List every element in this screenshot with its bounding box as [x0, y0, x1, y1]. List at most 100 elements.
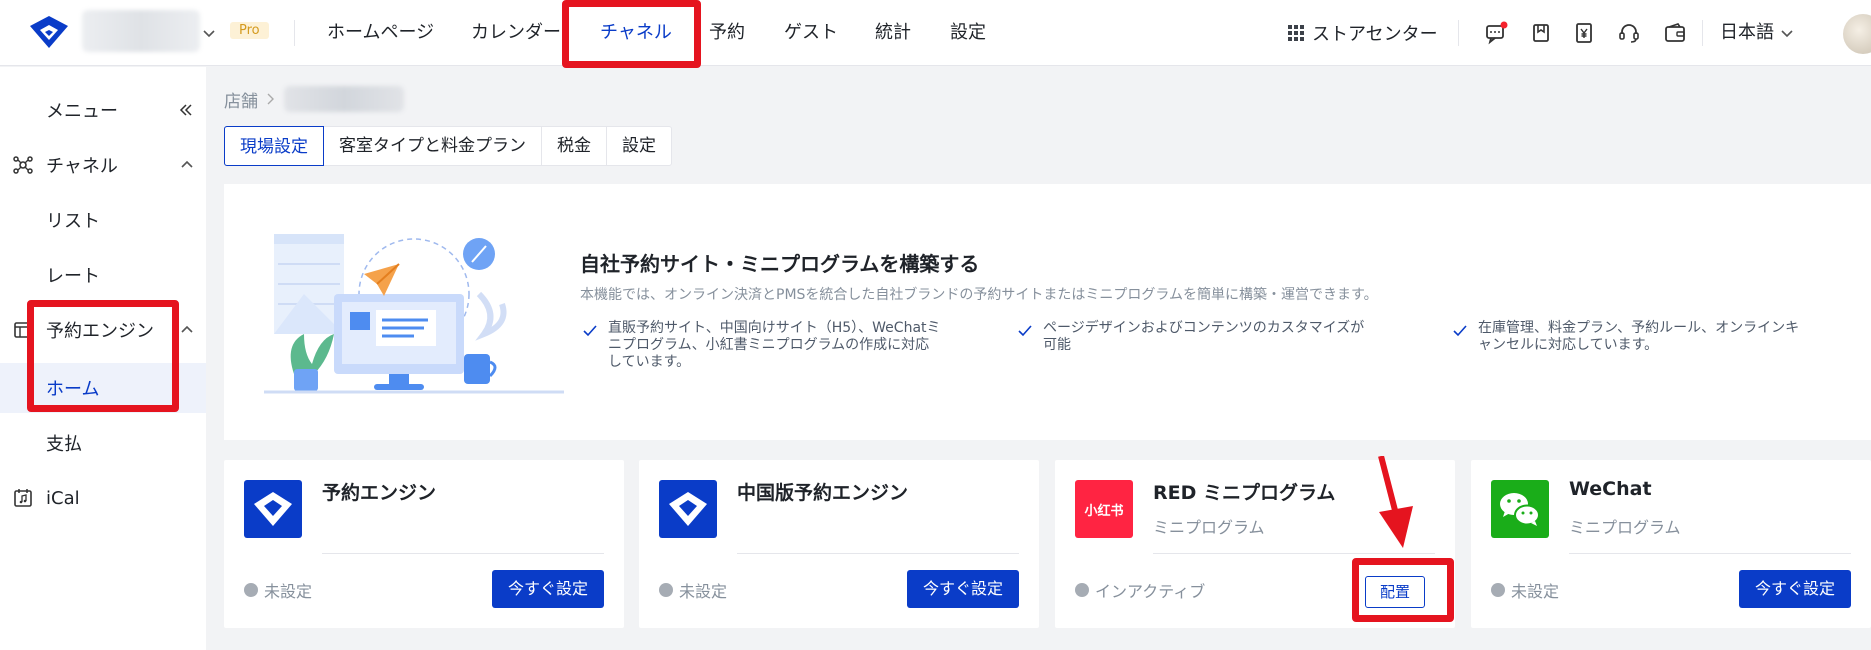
sidebar-group-label: 予約エンジン	[46, 321, 154, 342]
sidebar-group-channel[interactable]: チャネル	[0, 140, 206, 190]
nav-guest[interactable]: ゲスト	[784, 0, 838, 66]
nav-homepage[interactable]: ホームページ	[327, 0, 434, 66]
status-text: 未設定	[679, 582, 728, 601]
sidebar: メニュー チャネル リスト レート 予約エンジン ホーム 支払 iCal	[0, 67, 206, 650]
feature-text-line: ニプログラム、小紅書ミニプログラムの作成に対応	[608, 337, 930, 353]
feature-text-line: 直販予約サイト、中国向けサイト（H5）、WeChatミ	[608, 320, 941, 336]
headset-support-icon[interactable]	[1617, 21, 1641, 45]
status-badge: インアクティブ	[1075, 578, 1205, 602]
tab-site-settings[interactable]: 現場設定	[224, 126, 324, 166]
card-subtitle: ミニプログラム	[1569, 518, 1681, 537]
message-icon[interactable]	[1484, 21, 1508, 45]
nav-statistics[interactable]: 統計	[875, 0, 911, 66]
status-badge: 未設定	[1491, 578, 1559, 602]
card-divider	[1153, 553, 1435, 554]
nav-channel[interactable]: チャネル	[600, 0, 672, 66]
sidebar-menu-label: メニュー	[46, 101, 118, 122]
status-badge: 未設定	[244, 578, 312, 602]
header-divider	[294, 20, 295, 46]
red-arrow-down-icon	[1378, 456, 1413, 548]
status-text: 未設定	[264, 582, 313, 601]
header-divider	[1458, 20, 1459, 46]
banner-description: 本機能では、オンライン決済とPMSを統合した自社ブランドの予約サイトまたはミニプ…	[580, 287, 1378, 303]
chevron-up-icon	[181, 325, 193, 333]
card-title: 予約エンジン	[322, 482, 437, 504]
wallet-icon[interactable]	[1663, 21, 1687, 45]
status-badge: 未設定	[659, 578, 727, 602]
feature-text-line: 可能	[1043, 337, 1071, 353]
calendar-music-icon	[14, 489, 32, 507]
breadcrumb-root[interactable]: 店舗	[224, 87, 258, 112]
status-dot-icon	[1075, 583, 1089, 597]
red-xiaohongshu-logo-icon: 小红书	[1075, 480, 1133, 538]
chevron-down-icon[interactable]	[202, 26, 216, 40]
card-title: 中国版予約エンジン	[737, 482, 909, 504]
invoice-yen-icon[interactable]	[1573, 21, 1597, 45]
feature-text-line: ページデザインおよびコンテンツのカスタマイズが	[1043, 320, 1365, 336]
sidebar-item-label: レート	[46, 266, 100, 287]
sidebar-item-payment[interactable]: 支払	[0, 418, 206, 468]
computer-illustration-icon	[264, 234, 564, 394]
top-header: Pro ホームページ カレンダー チャネル 予約 ゲスト 統計 設定 ストアセン…	[0, 0, 1871, 68]
card-subtitle: ミニプログラム	[1153, 518, 1265, 537]
feature-text-line: ャンセルに対応しています。	[1478, 337, 1659, 353]
tab-settings[interactable]: 設定	[607, 127, 671, 165]
configure-button[interactable]: 配置	[1364, 576, 1425, 608]
chevron-right-icon	[267, 93, 274, 105]
feature-text-line: 在庫管理、料金プラン、予約ルール、オンラインキ	[1478, 320, 1800, 336]
collapse-double-chevron-icon[interactable]	[178, 102, 194, 118]
intro-banner: 自社予約サイト・ミニプログラムを構築する 本機能では、オンライン決済とPMSを統…	[224, 184, 1871, 440]
setup-now-button[interactable]: 今すぐ設定	[491, 570, 604, 608]
sidebar-item-list[interactable]: リスト	[0, 195, 206, 245]
banner-title: 自社予約サイト・ミニプログラムを構築する	[580, 252, 980, 276]
language-label: 日本語	[1720, 22, 1774, 43]
red-logo-text: 小红书	[1084, 503, 1124, 519]
booking-engine-logo-icon	[244, 480, 302, 538]
status-dot-icon	[659, 583, 673, 597]
status-dot-icon	[244, 583, 258, 597]
language-selector[interactable]: 日本語	[1720, 0, 1794, 66]
avatar[interactable]	[1843, 14, 1871, 54]
chevron-down-icon	[1781, 30, 1793, 38]
setup-now-button[interactable]: 今すぐ設定	[1738, 570, 1851, 608]
breadcrumb: 店舗	[224, 86, 404, 112]
nav-calendar[interactable]: カレンダー	[471, 0, 561, 66]
sidebar-menu-header: メニュー	[0, 85, 206, 135]
chevron-up-icon	[181, 160, 193, 168]
status-text: 未設定	[1511, 582, 1560, 601]
sidebar-group-label: チャネル	[46, 156, 118, 177]
nav-booking[interactable]: 予約	[709, 0, 745, 66]
sidebar-item-label: 支払	[46, 434, 82, 455]
window-layout-icon	[14, 322, 32, 338]
tab-room-types[interactable]: 客室タイプと料金プラン	[324, 127, 542, 165]
sidebar-item-ical[interactable]: iCal	[0, 473, 206, 523]
network-nodes-icon	[13, 156, 33, 174]
bookmark-icon[interactable]	[1529, 21, 1553, 45]
settings-tabs: 現場設定 客室タイプと料金プラン 税金 設定	[224, 126, 672, 166]
sidebar-item-home[interactable]: ホーム	[0, 363, 206, 413]
sidebar-group-booking-engine[interactable]: 予約エンジン	[0, 305, 206, 355]
status-dot-icon	[1491, 583, 1505, 597]
wechat-logo-icon	[1491, 480, 1549, 538]
pro-badge: Pro	[230, 22, 269, 39]
channel-card-booking-engine: 予約エンジン 未設定 今すぐ設定	[224, 460, 624, 628]
tab-tax[interactable]: 税金	[542, 127, 607, 165]
brand-logo-icon[interactable]	[26, 12, 72, 52]
store-name-blurred[interactable]	[82, 10, 200, 52]
channel-card-china-booking-engine: 中国版予約エンジン 未設定 今すぐ設定	[639, 460, 1039, 628]
store-center-label: ストアセンター	[1312, 24, 1438, 45]
card-title: WeChat	[1569, 478, 1652, 500]
sidebar-item-label: リスト	[46, 211, 100, 232]
feature-text-line: しています。	[608, 354, 691, 370]
store-center-button[interactable]: ストアセンター	[1288, 0, 1438, 66]
feature-item: 在庫管理、料金プラン、予約ルール、オンラインキ ャンセルに対応しています。	[1452, 320, 1799, 354]
sidebar-item-label: ホーム	[46, 379, 100, 400]
status-text: インアクティブ	[1095, 582, 1206, 601]
card-divider	[322, 553, 604, 554]
sidebar-item-rate[interactable]: レート	[0, 250, 206, 300]
nav-settings[interactable]: 設定	[950, 0, 986, 66]
checkmark-icon	[1453, 325, 1467, 337]
china-booking-engine-logo-icon	[659, 480, 717, 538]
card-title: RED ミニプログラム	[1153, 482, 1336, 504]
setup-now-button[interactable]: 今すぐ設定	[906, 570, 1019, 608]
